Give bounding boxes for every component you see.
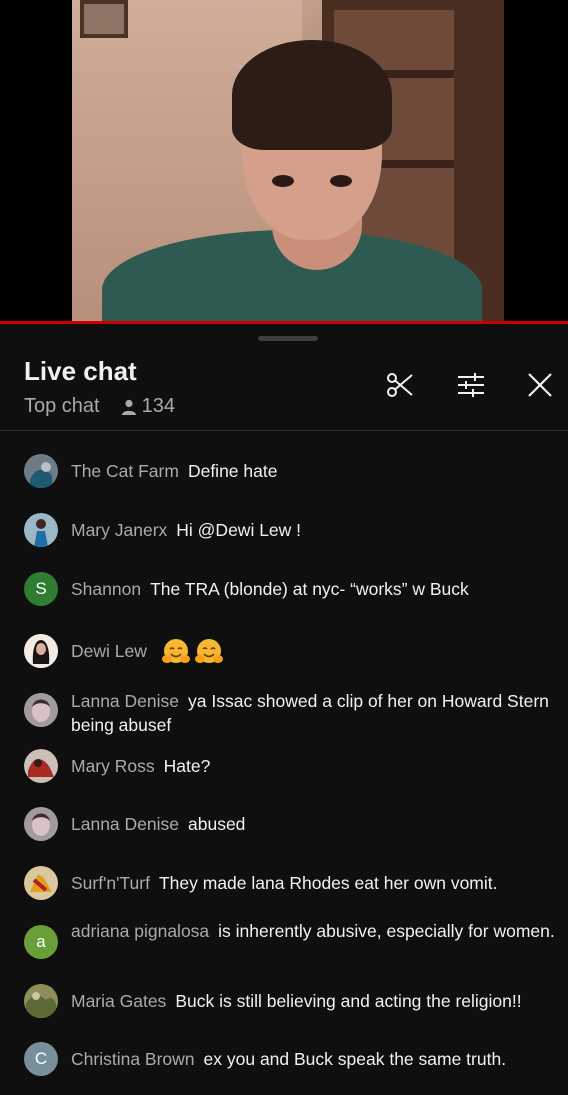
avatar bbox=[24, 454, 58, 488]
avatar-letter: S bbox=[35, 579, 47, 598]
avatar bbox=[24, 749, 58, 783]
message-body: Christina Brown ex you and Buck speak the… bbox=[71, 1047, 556, 1071]
message-author: adriana pignalosa bbox=[71, 921, 210, 941]
avatar bbox=[24, 693, 58, 727]
avatar: C bbox=[24, 1042, 58, 1076]
message-body: The Cat Farm Define hate bbox=[71, 459, 556, 483]
message-body: adriana pignalosa is inherently abusive, … bbox=[71, 919, 556, 943]
hugging-face-emoji bbox=[194, 639, 223, 663]
message-author: Mary Ross bbox=[71, 756, 155, 776]
message-body: Surf'n'Turf They made lana Rhodes eat her… bbox=[71, 871, 556, 895]
live-chat-panel: Live chat Top chat 134 The Cat Farm Defi… bbox=[0, 324, 568, 1095]
avatar bbox=[24, 807, 58, 841]
message-author: Lanna Denise bbox=[71, 814, 179, 834]
close-icon bbox=[528, 373, 552, 397]
sliders-icon bbox=[458, 373, 484, 397]
video-person-hair bbox=[232, 40, 392, 150]
message-body: Shannon The TRA (blonde) at nyc- “works” … bbox=[71, 577, 556, 601]
video-player[interactable] bbox=[0, 0, 568, 321]
video-person-eye bbox=[272, 175, 294, 187]
message-text: They made lana Rhodes eat her own vomit. bbox=[158, 873, 498, 893]
video-frame bbox=[72, 0, 504, 321]
video-person-eye bbox=[330, 175, 352, 187]
avatar: S bbox=[24, 572, 58, 606]
close-button[interactable] bbox=[524, 369, 556, 401]
chat-title: Live chat bbox=[24, 356, 137, 386]
avatar bbox=[24, 513, 58, 547]
avatar: a bbox=[24, 925, 58, 959]
message-text: Hate? bbox=[163, 756, 211, 776]
clip-button[interactable] bbox=[384, 369, 416, 401]
chat-mode-label[interactable]: Top chat bbox=[24, 395, 100, 418]
video-picture-frame bbox=[80, 0, 128, 38]
filter-button[interactable] bbox=[455, 369, 487, 401]
avatar bbox=[24, 866, 58, 900]
message-text: ex you and Buck speak the same truth. bbox=[203, 1049, 507, 1069]
message-author: Maria Gates bbox=[71, 991, 167, 1011]
message-author: The Cat Farm bbox=[71, 461, 179, 481]
message-author: Dewi Lew bbox=[71, 640, 147, 661]
person-icon bbox=[121, 399, 136, 415]
message-author: Shannon bbox=[71, 579, 142, 599]
viewer-count: 134 bbox=[120, 395, 175, 418]
message-text: Define hate bbox=[187, 461, 278, 481]
avatar bbox=[24, 634, 58, 668]
header-divider bbox=[0, 430, 568, 431]
message-text: Buck is still believing and acting the r… bbox=[175, 991, 522, 1011]
scissors-icon bbox=[387, 373, 413, 397]
message-text: abused bbox=[188, 814, 246, 834]
message-body: Lanna Denise abused bbox=[71, 812, 556, 836]
message-author: Mary Janerx bbox=[71, 520, 168, 540]
avatar bbox=[24, 984, 58, 1018]
avatar-letter: a bbox=[36, 932, 46, 951]
hugging-face-emoji bbox=[161, 639, 190, 663]
message-author: Lanna Denise bbox=[71, 691, 179, 711]
message-text: Hi @Dewi Lew ! bbox=[176, 520, 302, 540]
chat-mode-row[interactable]: Top chat 134 bbox=[24, 395, 175, 418]
message-author: Christina Brown bbox=[71, 1049, 195, 1069]
message-author: Surf'n'Turf bbox=[71, 873, 150, 893]
message-body: Maria Gates Buck is still believing and a… bbox=[71, 989, 556, 1013]
message-text: is inherently abusive, especially for wo… bbox=[218, 921, 555, 941]
message-body: Dewi Lew bbox=[71, 637, 556, 667]
message-text: The TRA (blonde) at nyc- “works” w Buck bbox=[150, 579, 469, 599]
drag-handle[interactable] bbox=[258, 336, 318, 341]
message-body: Mary Janerx Hi @Dewi Lew ! bbox=[71, 518, 556, 542]
avatar-letter: C bbox=[34, 1049, 48, 1068]
message-body: Lanna Denise ya Issac showed a clip of he… bbox=[71, 689, 556, 737]
message-body: Mary Ross Hate? bbox=[71, 754, 556, 778]
viewer-count-value: 134 bbox=[141, 395, 175, 417]
